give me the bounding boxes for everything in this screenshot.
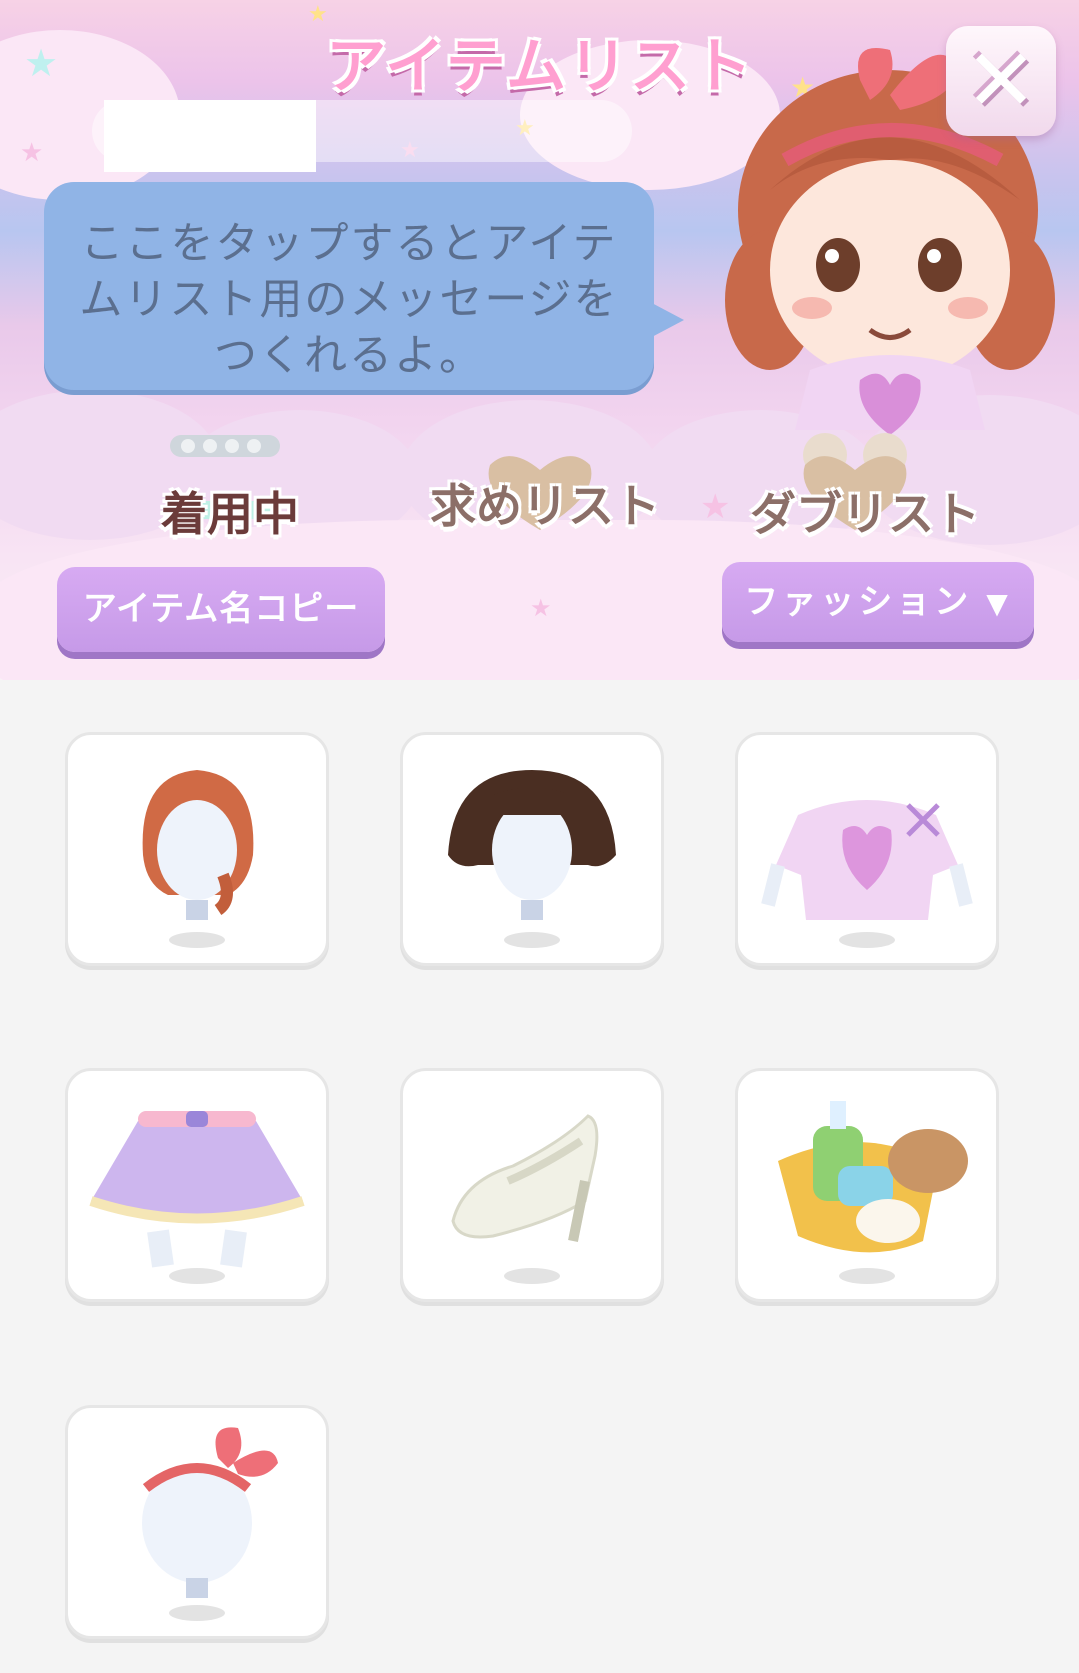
headband-item-icon — [142, 1427, 278, 1621]
top-item-icon — [761, 800, 973, 948]
category-filter-label: ファッション — [744, 582, 973, 622]
page-title: アイテムリスト — [326, 32, 754, 102]
item-tile-orange-braid-hair[interactable] — [65, 732, 329, 966]
hair-item-icon — [142, 770, 254, 948]
star-icon: ★ — [530, 594, 552, 622]
bath-set-item-icon — [778, 1101, 968, 1284]
tab-wanted-list[interactable]: 求めリスト — [430, 470, 660, 536]
dropdown-arrow-icon: ▼ — [986, 587, 1012, 620]
skirt-item-icon — [89, 1111, 305, 1284]
item-tile-dark-brown-bob-hair[interactable] — [400, 732, 664, 966]
hair-item-icon — [448, 770, 616, 948]
item-tile-lavender-tutu-skirt[interactable] — [65, 1068, 329, 1302]
item-tile-pink-heart-top[interactable] — [735, 732, 999, 966]
item-tile-white-heel-shoes[interactable] — [400, 1068, 664, 1302]
item-tile-red-ribbon-headband[interactable] — [65, 1405, 329, 1639]
star-icon: ★ — [700, 487, 731, 527]
close-button[interactable]: ✕ — [946, 26, 1056, 136]
copy-item-names-button[interactable]: アイテム名コピー — [57, 567, 385, 652]
player-name-box — [104, 100, 316, 172]
tab-double-list[interactable]: ダブリスト — [750, 478, 980, 544]
header-panel: ★ ★ ★ ★ ★ ★ ★ ★ ★ アイテムリスト ここをタップするとアイテムリ… — [0, 0, 1079, 680]
category-filter-dropdown[interactable]: ファッション ▼ — [722, 562, 1034, 642]
item-grid — [0, 680, 1079, 1673]
tab-wearing[interactable]: 着用中 — [140, 478, 320, 544]
star-icon: ★ — [24, 41, 59, 85]
close-icon: ✕ — [964, 31, 1038, 131]
bubble-message: ここをタップするとアイテムリスト用のメッセージをつくれるよ。 — [79, 219, 619, 381]
shoe-item-icon — [451, 1114, 599, 1284]
star-icon: ★ — [20, 138, 44, 168]
item-tile-bath-set-item[interactable] — [735, 1068, 999, 1302]
message-bubble[interactable]: ここをタップするとアイテムリスト用のメッセージをつくれるよ。 — [44, 182, 684, 390]
